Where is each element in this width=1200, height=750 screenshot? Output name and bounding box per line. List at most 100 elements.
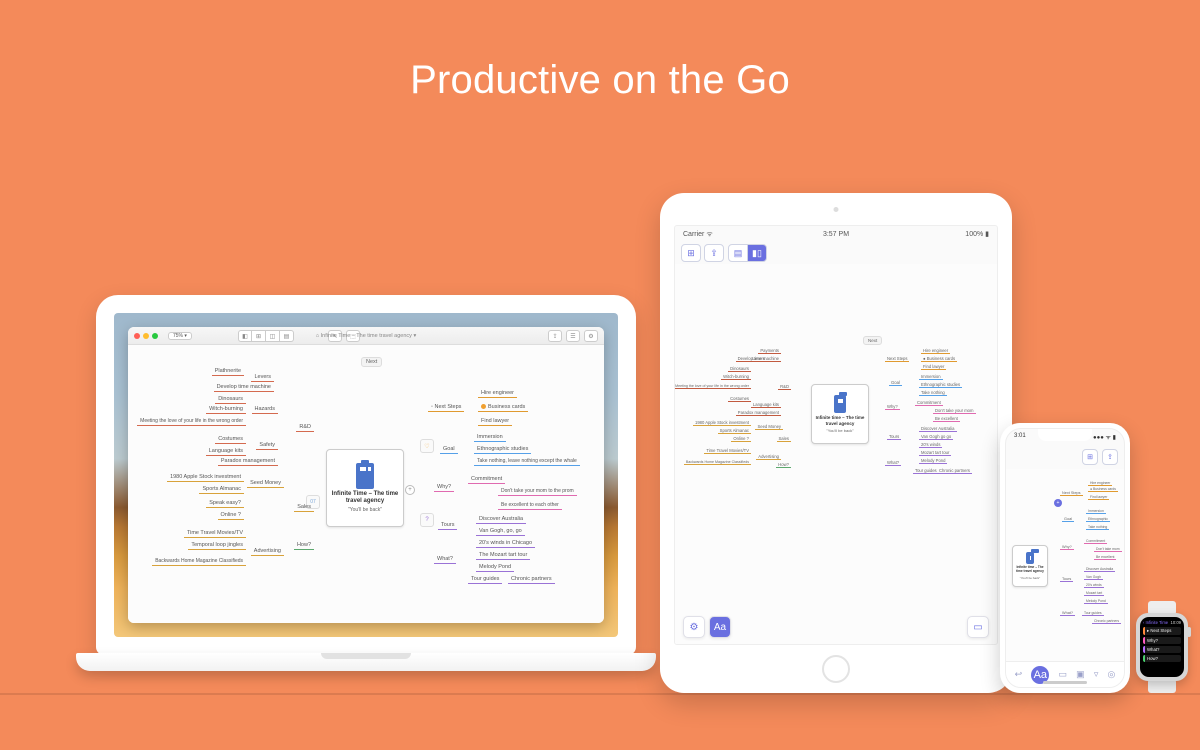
mindmap-node[interactable]: Don't take mom bbox=[1094, 547, 1122, 552]
mindmap-node[interactable]: Tour guides bbox=[1082, 611, 1104, 616]
mindmap-node[interactable]: Advertising bbox=[756, 454, 781, 460]
watch-list-item[interactable]: How? bbox=[1143, 655, 1181, 662]
mindmap-node[interactable]: Develop time machine bbox=[214, 383, 274, 392]
mindmap-node[interactable]: Language kits bbox=[751, 402, 781, 408]
palette-icon[interactable]: ⬚ bbox=[346, 330, 360, 342]
mindmap-root-node[interactable]: Infinite time – The time travel agency "… bbox=[811, 384, 869, 444]
mindmap-node[interactable]: Ethnographic studies bbox=[919, 382, 962, 388]
mindmap-node[interactable]: How? bbox=[776, 462, 791, 468]
mindmap-node[interactable]: ◦ Next Steps bbox=[428, 403, 464, 412]
mindmap-node[interactable]: Take nothing bbox=[1086, 525, 1109, 530]
iphone-mindmap-canvas[interactable]: Infinite time – The time travel agency "… bbox=[1006, 469, 1124, 661]
back-icon[interactable]: ↩ bbox=[1015, 669, 1023, 680]
mindmap-node[interactable]: Immersion bbox=[474, 433, 506, 442]
canvas-chip[interactable]: Next bbox=[361, 357, 382, 367]
close-icon[interactable] bbox=[134, 333, 140, 339]
image-icon[interactable]: ▣ bbox=[1076, 669, 1085, 680]
mindmap-node[interactable]: Goal bbox=[440, 445, 458, 454]
mindmap-node[interactable]: Van Gogh, go, go bbox=[476, 527, 525, 536]
mindmap-node[interactable]: Speak easy? bbox=[206, 499, 244, 508]
filter-icon[interactable]: ▿ bbox=[1094, 669, 1099, 680]
mindmap-node[interactable]: Paradox management bbox=[218, 457, 278, 466]
mindmap-node[interactable]: Sports Almanac bbox=[718, 428, 751, 434]
toolbar-tools[interactable]: ↖ ⬚ bbox=[328, 330, 360, 342]
mindmap-node[interactable]: Time Travel Movies/TV bbox=[184, 529, 246, 538]
watch-list-item[interactable]: What? bbox=[1143, 646, 1181, 653]
layout-segmented-control[interactable]: ◧ ⊞ ◫ ▤ bbox=[238, 330, 294, 342]
mindmap-node[interactable]: Payments bbox=[758, 348, 781, 354]
mindmap-root-node[interactable]: Infinite time – The time travel agency "… bbox=[1012, 545, 1048, 587]
mindmap-root-node[interactable]: Infinite Time – The time travel agency "… bbox=[326, 449, 404, 527]
mindmap-node[interactable]: How? bbox=[294, 541, 314, 550]
mindmap-node[interactable]: Melody Pond bbox=[919, 458, 947, 464]
mindmap-node[interactable]: Don't take your mom to the prom bbox=[498, 487, 577, 496]
mindmap-node[interactable]: Hazards bbox=[252, 405, 278, 414]
mindmap-node[interactable]: Dinosaurs bbox=[215, 395, 246, 404]
grid-icon[interactable]: ⊞ bbox=[1082, 449, 1098, 465]
mindmap-node[interactable]: Seed Money bbox=[755, 424, 783, 430]
mindmap-node[interactable]: Chronic partners bbox=[1092, 619, 1121, 624]
share-icon[interactable]: ⇪ bbox=[704, 244, 724, 262]
mindmap-node[interactable]: Find lawyer bbox=[921, 364, 946, 370]
mindmap-node[interactable]: Sports Almanac bbox=[199, 485, 244, 494]
mindmap-node[interactable]: Tour guides bbox=[913, 468, 939, 474]
window-traffic-lights[interactable] bbox=[134, 333, 158, 339]
mindmap-node[interactable]: Mozart tart tour bbox=[919, 450, 951, 456]
zoom-selector[interactable]: 75% ▾ bbox=[168, 332, 192, 340]
mindmap-node[interactable]: Goal bbox=[1062, 517, 1074, 522]
mindmap-node[interactable]: Tour guides bbox=[468, 575, 502, 584]
mindmap-node[interactable]: Seed Money bbox=[247, 479, 284, 488]
mindmap-node[interactable]: Meeting the love of your life in the wro… bbox=[137, 417, 246, 426]
mindmap-node[interactable]: Hire engineer bbox=[478, 389, 517, 398]
toolbar-right[interactable]: ⇪ ☰ ⚙ bbox=[548, 330, 598, 342]
watch-list-item[interactable]: Why? bbox=[1143, 637, 1181, 644]
expand-handle-icon[interactable]: + bbox=[405, 485, 415, 495]
mindmap-node[interactable]: Be excellent to each other bbox=[498, 501, 562, 510]
mindmap-canvas[interactable]: Infinite Time – The time travel agency "… bbox=[128, 345, 604, 623]
watch-back-title[interactable]: ‹ Infinite Time bbox=[1143, 620, 1168, 625]
mindmap-node[interactable]: Take nothing, leave nothing except the w… bbox=[474, 457, 580, 466]
mindmap-node[interactable]: Costumes bbox=[728, 396, 751, 402]
mindmap-node[interactable]: Find lawyer bbox=[478, 417, 512, 426]
digital-crown[interactable] bbox=[1187, 627, 1191, 637]
mindmap-node[interactable]: 20's winds bbox=[919, 442, 942, 448]
mindmap-node[interactable]: Dinosaurs bbox=[728, 366, 751, 372]
mindmap-node[interactable]: Why? bbox=[885, 404, 900, 410]
ipad-mindmap-canvas[interactable]: Next Infinite time – The time travel age… bbox=[675, 264, 997, 644]
mindmap-node[interactable]: R&D bbox=[296, 423, 314, 432]
map-view-icon[interactable]: ▮▯ bbox=[747, 244, 767, 262]
mindmap-node[interactable]: What? bbox=[434, 555, 456, 564]
mindmap-node[interactable]: Tours bbox=[887, 434, 901, 440]
mindmap-node[interactable]: Melody Pond bbox=[1084, 599, 1108, 604]
mindmap-node[interactable]: Immersion bbox=[1086, 509, 1106, 514]
mindmap-node[interactable]: Commitment bbox=[468, 475, 505, 484]
watch-screen[interactable]: ‹ Infinite Time 10:09 ▸ Next Steps Why? … bbox=[1140, 617, 1184, 677]
mindmap-node[interactable]: Immersion bbox=[919, 374, 943, 380]
mindmap-node[interactable]: Mozart tart bbox=[1084, 591, 1104, 596]
mindmap-node[interactable]: Language kits bbox=[206, 447, 246, 456]
layout-icon[interactable]: ◫ bbox=[266, 330, 280, 342]
mindmap-node[interactable]: Discover Australia bbox=[919, 426, 957, 432]
mindmap-node[interactable]: Business cards bbox=[478, 403, 528, 412]
mindmap-node[interactable]: Safety bbox=[256, 441, 278, 450]
mindmap-node[interactable]: Witch-burning bbox=[721, 374, 751, 380]
mindmap-node[interactable]: Be excellent bbox=[1094, 555, 1116, 560]
mindmap-node[interactable]: Time Travel Movies/TV bbox=[704, 448, 751, 454]
minimize-icon[interactable] bbox=[143, 333, 149, 339]
grid-icon[interactable]: ⊞ bbox=[681, 244, 701, 262]
mindmap-node[interactable]: Meeting the love of your life in the wro… bbox=[674, 384, 751, 389]
mindmap-node[interactable]: Online ? bbox=[218, 511, 245, 520]
settings-icon[interactable]: ⚙ bbox=[683, 616, 705, 638]
home-indicator[interactable] bbox=[1043, 681, 1087, 684]
layout-icon[interactable]: ⊞ bbox=[252, 330, 266, 342]
layout-icon[interactable]: ▤ bbox=[280, 330, 294, 342]
mindmap-node[interactable]: Tours bbox=[438, 521, 457, 530]
share-icon[interactable]: ⇪ bbox=[1102, 449, 1118, 465]
settings-icon[interactable]: ⚙ bbox=[584, 330, 598, 342]
mindmap-node[interactable]: Chronic partners bbox=[508, 575, 555, 584]
mindmap-node[interactable]: 20's winds bbox=[1084, 583, 1104, 588]
mindmap-node[interactable]: Backwards Home Magazine Classifieds bbox=[152, 557, 246, 566]
mindmap-node[interactable]: Backwards Home Magazine Classifieds bbox=[684, 460, 751, 465]
mindmap-node[interactable]: Temporal loop jingles bbox=[188, 541, 246, 550]
mindmap-node[interactable]: Discover Australia bbox=[1084, 567, 1115, 572]
